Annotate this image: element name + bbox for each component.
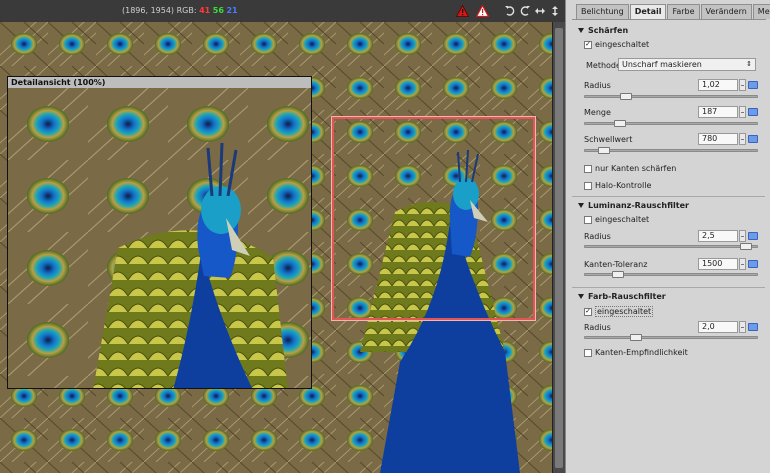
color-noise-title: Farb-Rauschfilter [588,292,666,301]
color-radius-spinner[interactable] [739,321,746,333]
section-divider [572,287,765,288]
sharpen-header[interactable]: Schärfen [578,26,628,35]
checkmark-icon: ✓ [584,40,592,49]
color-radius-label: Radius [584,323,611,332]
checkbox-box [584,164,592,173]
sharpen-section: Schärfen ✓ eingeschaltet Methode: Unscha… [578,24,762,194]
flip-vertical-icon[interactable] [547,3,562,18]
link-icon[interactable] [748,323,758,331]
method-select[interactable]: Unscharf maskieren ⇕ [618,58,756,71]
top-toolbar: (1896, 1954) RGB: 41 56 21 [0,0,565,22]
edge-sensitivity-checkbox[interactable]: Kanten-Empfindlichkeit [584,348,688,357]
slider-knob[interactable] [598,147,610,154]
slider-knob[interactable] [614,120,626,127]
luminance-tolerance-spinner[interactable] [739,258,746,270]
luminance-radius-slider[interactable] [584,243,758,250]
sharpen-radius-spinner[interactable] [739,79,746,91]
color-enabled-checkbox[interactable]: ✓ eingeschaltet [584,306,654,317]
checkbox-box [584,181,592,190]
rgb-green-value: 56 [212,6,224,15]
warning-red-icon[interactable] [455,3,470,18]
collapse-triangle-icon [578,294,584,299]
tab-divider [572,19,766,20]
checkmark-icon: ✓ [584,307,592,316]
tab-metadata[interactable]: Metadata [752,4,770,19]
rotate-right-icon[interactable] [517,3,532,18]
sharpen-amount-label: Menge [584,108,611,117]
slider-knob[interactable] [740,243,752,250]
luminance-tolerance-slider[interactable] [584,271,758,278]
sharpen-threshold-slider[interactable] [584,147,758,154]
detail-selection-frame[interactable] [331,116,536,321]
link-icon[interactable] [748,81,758,89]
sharpen-amount-slider[interactable] [584,120,758,127]
collapse-triangle-icon [578,203,584,208]
halo-control-label: Halo-Kontrolle [595,181,652,190]
slider-knob[interactable] [620,93,632,100]
sharpen-threshold-spinner[interactable] [739,133,746,145]
luminance-tolerance-input[interactable]: 1500 [698,258,738,270]
luminance-tolerance-label: Kanten-Toleranz [584,260,648,269]
tab-belichtung[interactable]: Belichtung [576,4,629,19]
color-radius-slider[interactable] [584,334,758,341]
detail-view-window[interactable]: Detailansicht (100%) [7,76,312,389]
luminance-radius-input[interactable]: 2,5 [698,230,738,242]
sharpen-enabled-checkbox[interactable]: ✓ eingeschaltet [584,40,649,49]
sharpen-radius-input[interactable]: 1,02 [698,79,738,91]
viewer-scrollbar[interactable] [552,22,565,473]
sharpen-threshold-input[interactable]: 780 [698,133,738,145]
luminance-section: Luminanz-Rauschfilter eingeschaltet Radi… [578,198,762,282]
coords-text: (1896, 1954) RGB: [122,6,197,15]
tool-panel: Belichtung Detail Farbe Verändern Metada… [565,0,770,473]
section-divider [572,196,765,197]
updown-icon: ⇕ [746,60,752,68]
luminance-enabled-checkbox[interactable]: eingeschaltet [584,215,649,224]
slider-knob[interactable] [612,271,624,278]
checkbox-box [584,215,592,224]
tab-farbe[interactable]: Farbe [667,4,700,19]
method-select-value: Unscharf maskieren [622,60,702,69]
app-window: (1896, 1954) RGB: 41 56 21 Detailansicht… [0,0,770,473]
luminance-radius-label: Radius [584,232,611,241]
sharpen-amount-input[interactable]: 187 [698,106,738,118]
panel-tabs: Belichtung Detail Farbe Verändern Metada… [576,4,770,19]
sharpen-amount-spinner[interactable] [739,106,746,118]
color-radius-input[interactable]: 2,0 [698,321,738,333]
luminance-radius-spinner[interactable] [739,230,746,242]
edges-only-label: nur Kanten schärfen [595,164,677,173]
color-noise-header[interactable]: Farb-Rauschfilter [578,292,666,301]
rgb-red-value: 41 [199,6,211,15]
halo-control-checkbox[interactable]: Halo-Kontrolle [584,181,651,190]
flip-horizontal-icon[interactable] [532,3,547,18]
tab-detail[interactable]: Detail [629,4,667,19]
checkbox-box [584,348,592,357]
pixel-readout: (1896, 1954) RGB: 41 56 21 [122,6,238,15]
scrollbar-thumb[interactable] [555,28,563,468]
detail-view-title: Detailansicht (100%) [8,77,311,88]
edges-only-checkbox[interactable]: nur Kanten schärfen [584,164,676,173]
edge-sensitivity-label: Kanten-Empfindlichkeit [595,348,688,357]
sharpen-title: Schärfen [588,26,629,35]
sharpen-enabled-label: eingeschaltet [595,40,650,49]
rgb-blue-value: 21 [226,6,238,15]
detail-view-image [8,88,311,388]
color-enabled-label: eingeschaltet [595,306,654,317]
luminance-title: Luminanz-Rauschfilter [588,201,689,210]
link-icon[interactable] [748,260,758,268]
color-noise-section: Farb-Rauschfilter ✓ eingeschaltet Radius… [578,289,762,369]
luminance-header[interactable]: Luminanz-Rauschfilter [578,201,689,210]
slider-knob[interactable] [630,334,642,341]
link-icon[interactable] [748,135,758,143]
rotate-left-icon[interactable] [502,3,517,18]
image-viewer[interactable]: Detailansicht (100%) [0,22,552,473]
tab-veraendern[interactable]: Verändern [700,4,752,19]
link-icon[interactable] [748,232,758,240]
sharpen-radius-slider[interactable] [584,93,758,100]
sharpen-radius-label: Radius [584,81,611,90]
warning-outline-icon[interactable] [475,3,490,18]
collapse-triangle-icon [578,28,584,33]
link-icon[interactable] [748,108,758,116]
sharpen-threshold-label: Schwellwert [584,135,633,144]
luminance-enabled-label: eingeschaltet [595,215,650,224]
